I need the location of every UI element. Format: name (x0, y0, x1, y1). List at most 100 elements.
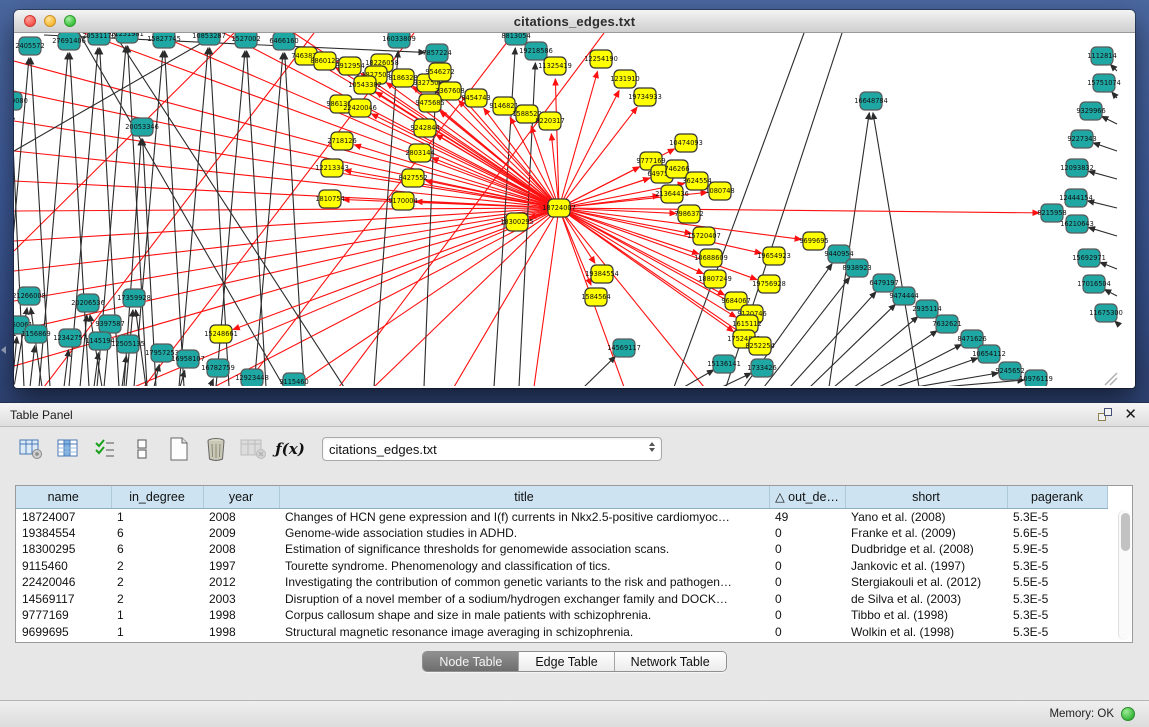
table-cell[interactable]: 6 (111, 541, 203, 558)
graph-edge-red[interactable] (14, 91, 559, 208)
table-panel-header[interactable]: Table Panel ✕ (0, 403, 1149, 427)
delete-table-icon[interactable] (238, 434, 268, 464)
table-row[interactable]: 977716911998Corpus callosum shape and si… (16, 607, 1107, 624)
table-selector-dropdown[interactable]: citations_edges.txt (322, 437, 662, 461)
table-row[interactable]: 911546021997Tourette syndrome. Phenomeno… (16, 558, 1107, 575)
graph-edge-red[interactable] (14, 208, 559, 331)
float-panel-icon[interactable] (1098, 408, 1112, 421)
graph-node[interactable]: 12444154 (1059, 189, 1093, 207)
table-cell[interactable]: Estimation of significance thresholds fo… (279, 541, 769, 558)
graph-node[interactable]: 15248661 (204, 325, 238, 343)
table-cell[interactable]: 2009 (203, 525, 279, 542)
graph-node[interactable]: 8938923 (842, 259, 871, 277)
graph-edge-red[interactable] (14, 208, 559, 241)
row-selector-icon[interactable] (127, 434, 157, 464)
tab-network-table[interactable]: Network Table (615, 652, 726, 671)
graph-node[interactable]: 9115460 (279, 373, 308, 386)
graph-edge[interactable] (684, 370, 714, 386)
graph-node[interactable]: 19384554 (585, 265, 619, 283)
table-cell[interactable]: 22420046 (16, 574, 111, 591)
graph-node[interactable]: 9242844 (410, 119, 439, 137)
table-cell[interactable]: 2012 (203, 574, 279, 591)
table-row[interactable]: 1830029562008Estimation of significance … (16, 541, 1107, 558)
network-view-window[interactable]: citations_edges.txt 24055722769140620531… (14, 10, 1135, 388)
network-graph[interactable]: 2405572276914062053117011251981158277451… (14, 33, 1133, 386)
table-cell[interactable]: 2008 (203, 541, 279, 558)
graph-edge-red[interactable] (559, 91, 619, 208)
table-cell[interactable]: 2 (111, 591, 203, 608)
table-cell[interactable]: Structural magnetic resonance image aver… (279, 624, 769, 641)
graph-edge-red[interactable] (14, 208, 559, 211)
graph-node[interactable]: 1810754 (315, 190, 344, 208)
graph-node[interactable]: 9170004 (388, 192, 417, 210)
graph-edge[interactable] (1102, 116, 1117, 124)
table-cell[interactable]: 0 (769, 591, 845, 608)
table-cell[interactable]: 9465546 (16, 640, 111, 643)
node-table-grid[interactable]: namein_degreeyeartitle△ out_de…shortpage… (15, 485, 1133, 643)
table-cell[interactable]: 1998 (203, 607, 279, 624)
graph-node[interactable]: 1080748 (705, 182, 734, 200)
table-cell[interactable]: Nakamura et al. (1997) (845, 640, 1007, 643)
graph-node[interactable]: 9546272 (425, 63, 454, 81)
table-cell[interactable]: 1 (111, 640, 203, 643)
graph-node[interactable]: 9329966 (1076, 102, 1105, 120)
new-column-icon[interactable] (164, 434, 194, 464)
column-checklist-icon[interactable] (90, 434, 120, 464)
table-cell[interactable]: 5.3E-5 (1007, 591, 1107, 608)
window-resize-grip[interactable] (1105, 373, 1117, 385)
table-cell[interactable]: 2 (111, 574, 203, 591)
table-cell[interactable]: 9777169 (16, 607, 111, 624)
tab-node-table[interactable]: Node Table (423, 652, 519, 671)
graph-edge-red[interactable] (534, 208, 559, 386)
column-header-2[interactable]: year (203, 486, 279, 508)
table-cell[interactable]: 49 (769, 508, 845, 525)
graph-edge[interactable] (1093, 143, 1117, 151)
memory-ok-indicator[interactable] (1121, 707, 1135, 721)
network-canvas[interactable]: 2405572276914062053117011251981158277451… (14, 33, 1133, 386)
table-row[interactable]: 946554611997Estimation of the future num… (16, 640, 1107, 643)
column-header-0[interactable]: name (16, 486, 111, 508)
table-cell[interactable]: 5.3E-5 (1007, 640, 1107, 643)
graph-node[interactable]: 16782759 (201, 359, 235, 377)
graph-edge[interactable] (1088, 227, 1117, 236)
graph-node[interactable]: 1527002 (231, 33, 260, 48)
table-cell[interactable]: Stergiakouli et al. (2012) (845, 574, 1007, 591)
table-cell[interactable]: Corpus callosum shape and size in male p… (279, 607, 769, 624)
table-cell[interactable]: 19384554 (16, 525, 111, 542)
table-cell[interactable]: 0 (769, 541, 845, 558)
graph-node[interactable]: 2718126 (327, 132, 356, 150)
table-cell[interactable]: Disruption of a novel member of a sodium… (279, 591, 769, 608)
graph-node[interactable]: 19654923 (757, 247, 791, 265)
graph-node[interactable]: 8454743 (461, 89, 490, 107)
graph-node[interactable]: 12093832 (1060, 159, 1094, 177)
function-builder-icon[interactable]: ƒ(x) (275, 434, 305, 464)
table-row[interactable]: 1938455462009Genome-wide association stu… (16, 525, 1107, 542)
table-cell[interactable]: Franke et al. (2009) (845, 525, 1007, 542)
table-row[interactable]: 2242004622012Investigating the contribut… (16, 574, 1107, 591)
graph-node[interactable]: 1156869 (21, 325, 50, 343)
graph-node[interactable]: 6466160 (269, 33, 298, 50)
graph-node[interactable]: 2935114 (912, 300, 941, 318)
graph-node[interactable]: 9699695 (799, 232, 828, 250)
panel-collapse-arrow[interactable] (1, 346, 6, 354)
table-cell[interactable]: 5.6E-5 (1007, 525, 1107, 542)
table-row[interactable]: 1872400712008Changes of HCN gene express… (16, 508, 1107, 525)
graph-node[interactable]: 19734933 (628, 88, 662, 106)
table-cell[interactable]: Tourette syndrome. Phenomenology and cla… (279, 558, 769, 575)
delete-column-icon[interactable] (201, 434, 231, 464)
graph-edge[interactable] (134, 51, 163, 386)
graph-edge[interactable] (1089, 171, 1117, 179)
graph-node[interactable]: 12342757 (53, 329, 87, 347)
column-header-3[interactable]: title (279, 486, 769, 508)
graph-edge[interactable] (254, 53, 283, 386)
graph-edge[interactable] (165, 51, 184, 386)
table-cell[interactable]: 1 (111, 624, 203, 641)
graph-edge-red[interactable] (559, 72, 597, 208)
graph-edge[interactable] (1105, 290, 1117, 296)
table-cell[interactable]: 5.5E-5 (1007, 574, 1107, 591)
table-vertical-scrollbar[interactable] (1118, 510, 1131, 640)
table-cell[interactable]: 2003 (203, 591, 279, 608)
graph-edge[interactable] (722, 373, 751, 386)
graph-edge-red[interactable] (294, 208, 559, 386)
table-cell[interactable]: Jankovic et al. (1997) (845, 558, 1007, 575)
